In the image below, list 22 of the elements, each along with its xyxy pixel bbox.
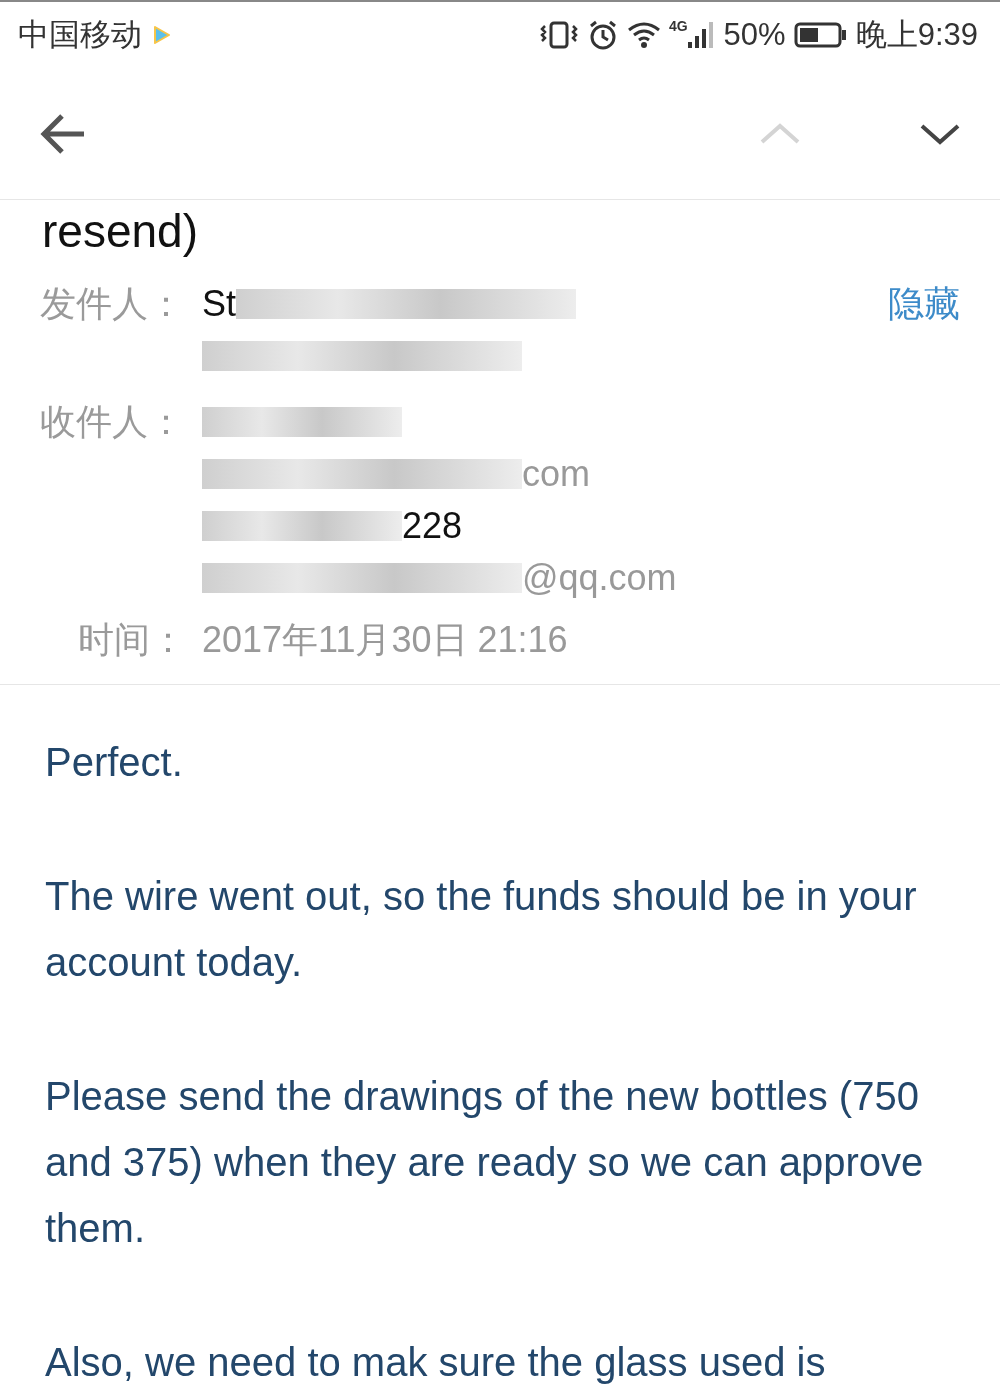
body-paragraph: Also, we need to mak sure the glass used is [45,1339,827,1386]
body-paragraph: Perfect. [45,739,184,786]
network-type: 4G [668,18,688,34]
time-label: 时间： [77,618,187,662]
email-subject: resend) [41,204,199,259]
carrier-name: 中国移动 [18,16,142,54]
recipient-label: 收件人： [40,400,185,444]
signal-icon [685,20,716,50]
sent-time: 2017年11月30日 21:16 [202,618,568,662]
recipient-address: @qq.com [522,556,677,600]
body-paragraph: The wire went out, so the funds should be in your account today. [45,873,918,986]
hide-link[interactable]: 隐藏 [888,278,960,330]
body-paragraph: Please send the drawings of the new bottles (750 and 375) when they are ready so we can approve them. [45,1073,925,1252]
clock: 晚上9:39 [855,16,978,54]
recipient-address: com [522,452,590,496]
vibrate-icon [538,20,579,50]
battery-percent: 50% [723,17,786,53]
sender-label: 发件人： [40,282,185,326]
recipient-address: 228 [402,505,463,547]
sender-name: St [202,283,236,325]
battery-icon [793,21,848,49]
wifi-icon [626,21,661,49]
